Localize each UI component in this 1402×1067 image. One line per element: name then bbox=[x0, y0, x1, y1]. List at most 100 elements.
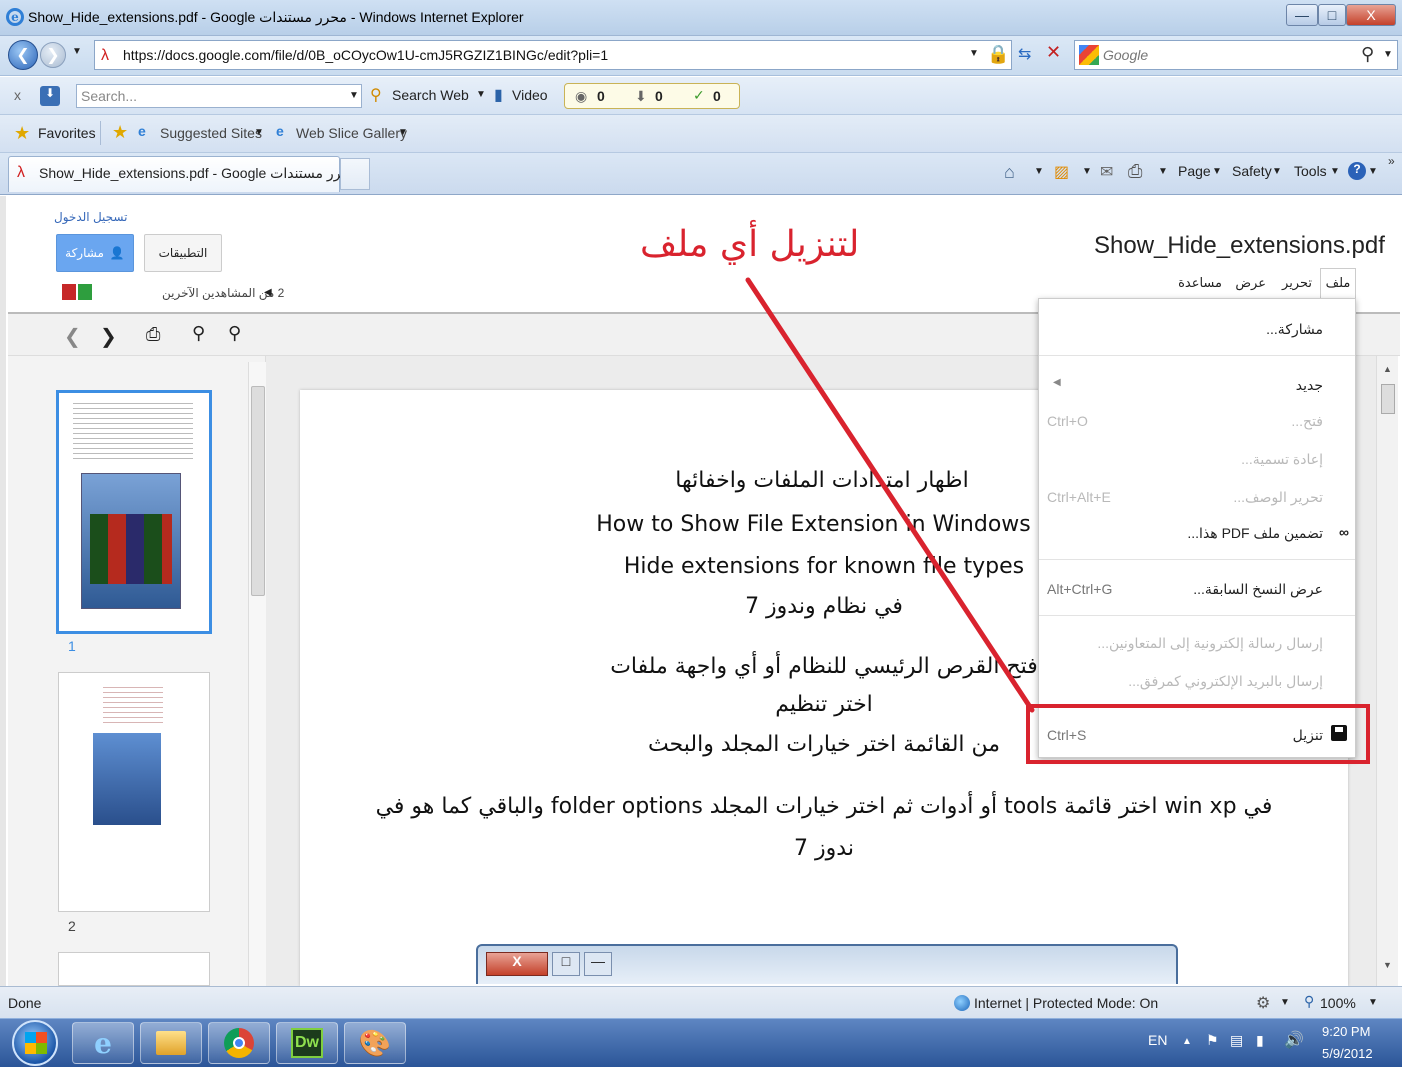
feeds-icon[interactable]: ▨ bbox=[1054, 162, 1069, 182]
action-center-flag-icon[interactable]: ⚑ bbox=[1206, 1032, 1219, 1049]
tools-dropdown-icon[interactable]: ▼ bbox=[1330, 166, 1340, 177]
page-scroll-thumb[interactable] bbox=[1381, 384, 1395, 414]
taskbar-explorer[interactable] bbox=[140, 1022, 202, 1064]
search-dropdown-icon[interactable]: ▼ bbox=[349, 90, 359, 101]
search-web-dropdown-icon[interactable]: ▼ bbox=[476, 89, 486, 100]
protected-mode-icon[interactable]: ⚙ bbox=[1256, 993, 1270, 1013]
taskbar-dreamweaver[interactable]: Dw bbox=[276, 1022, 338, 1064]
embedded-close-icon: X bbox=[486, 952, 548, 976]
taskbar-ie[interactable]: e bbox=[72, 1022, 134, 1064]
next-page-icon[interactable]: ❯ bbox=[100, 324, 117, 349]
apps-button[interactable]: التطبيقات bbox=[144, 234, 222, 272]
counters-widget[interactable]: ◉ 0 ⬇ 0 ✓ 0 bbox=[564, 83, 740, 109]
zoom-dropdown-icon[interactable]: ▼ bbox=[1368, 997, 1378, 1008]
thumbnail-page-2[interactable] bbox=[58, 672, 210, 912]
viewers-caret-icon[interactable]: ◀ bbox=[264, 287, 272, 298]
tab-document[interactable]: λ Show_Hide_extensions.pdf - Google محرر… bbox=[8, 156, 358, 192]
start-button[interactable] bbox=[12, 1020, 58, 1066]
forward-button[interactable]: ❯ bbox=[40, 42, 66, 68]
web-slice-gallery-link[interactable]: Web Slice Gallery bbox=[296, 125, 407, 141]
language-indicator[interactable]: EN bbox=[1148, 1032, 1167, 1048]
favorites-button[interactable]: Favorites bbox=[38, 125, 96, 141]
toolbar-search-input[interactable]: Search... ▼ bbox=[76, 84, 362, 108]
thumbnail-scroll-thumb[interactable] bbox=[251, 386, 265, 596]
taskbar-chrome[interactable] bbox=[208, 1022, 270, 1064]
toolbar-logo-icon[interactable]: ⬇ bbox=[40, 86, 60, 106]
lock-icon[interactable]: 🔒 bbox=[987, 44, 1009, 65]
tools-menu[interactable]: Tools bbox=[1294, 163, 1327, 179]
taskbar-paint[interactable]: 🎨 bbox=[344, 1022, 406, 1064]
print-pdf-icon[interactable]: ⎙ bbox=[146, 324, 160, 345]
viewer-avatar-green[interactable] bbox=[78, 284, 92, 300]
menu-item-new[interactable]: جديد ◀ bbox=[1039, 371, 1355, 399]
status-dropdown-icon[interactable]: ▼ bbox=[1280, 997, 1290, 1008]
menu-help[interactable]: مساعدة bbox=[1178, 275, 1222, 291]
compat-view-icon[interactable]: ⇆ bbox=[1018, 44, 1031, 64]
prev-page-icon[interactable]: ❮ bbox=[64, 324, 81, 349]
scroll-up-icon[interactable]: ▲ bbox=[1383, 364, 1392, 374]
mail-icon[interactable]: ✉ bbox=[1100, 162, 1113, 182]
safety-menu[interactable]: Safety bbox=[1232, 163, 1272, 179]
pdf-tab-icon: λ bbox=[17, 164, 25, 181]
safety-dropdown-icon[interactable]: ▼ bbox=[1272, 166, 1282, 177]
clock-date[interactable]: 5/9/2012 bbox=[1322, 1046, 1373, 1061]
scroll-down-icon[interactable]: ▼ bbox=[1383, 960, 1392, 970]
menu-file[interactable]: ملف bbox=[1320, 268, 1356, 300]
menu-item-revisions[interactable]: عرض النسخ السابقة... Alt+Ctrl+G bbox=[1039, 575, 1355, 603]
print-dropdown-icon[interactable]: ▼ bbox=[1158, 166, 1168, 177]
title-bar: e Show_Hide_extensions.pdf - Google محرر… bbox=[0, 0, 1402, 36]
menu-edit[interactable]: تحرير bbox=[1282, 275, 1312, 291]
page-scrollbar[interactable]: ▲ ▼ bbox=[1376, 356, 1398, 986]
thumbnail-scrollbar[interactable] bbox=[248, 362, 266, 986]
history-dropdown-icon[interactable]: ▼ bbox=[72, 46, 82, 57]
close-toolbar-button[interactable]: x bbox=[14, 87, 21, 103]
zoom-in-icon[interactable]: ⚲ bbox=[228, 323, 241, 344]
viewer-avatar-red[interactable] bbox=[62, 284, 76, 300]
suggested-dropdown-icon[interactable]: ▼ bbox=[254, 127, 264, 138]
home-icon[interactable]: ⌂ bbox=[1004, 162, 1015, 183]
video-button[interactable]: Video bbox=[512, 87, 548, 103]
webslice-dropdown-icon[interactable]: ▼ bbox=[398, 127, 408, 138]
signal-icon[interactable]: ▮ bbox=[1256, 1032, 1264, 1049]
zoom-out-icon[interactable]: ⚲ bbox=[192, 323, 205, 344]
back-button[interactable]: ❮ bbox=[8, 40, 38, 70]
menu-item-email-attachment: إرسال بالبريد الإلكتروني كمرفق... bbox=[1039, 667, 1355, 695]
search-web-button[interactable]: Search Web bbox=[392, 87, 469, 103]
zoom-level[interactable]: 100% bbox=[1320, 995, 1356, 1011]
home-dropdown-icon[interactable]: ▼ bbox=[1034, 166, 1044, 177]
minimize-button[interactable]: — bbox=[1286, 4, 1318, 26]
menu-label: تحرير الوصف... bbox=[1233, 489, 1323, 505]
clock-time[interactable]: 9:20 PM bbox=[1322, 1024, 1370, 1039]
network-device-icon[interactable]: ▤ bbox=[1230, 1032, 1243, 1049]
thumbnail-page-3[interactable] bbox=[58, 952, 210, 986]
search-icon[interactable]: ⚲ bbox=[1361, 44, 1374, 65]
add-favorite-icon[interactable]: ★ bbox=[112, 122, 128, 143]
stop-icon[interactable]: ✕ bbox=[1046, 42, 1061, 63]
menu-item-share[interactable]: مشاركة... bbox=[1039, 315, 1355, 343]
feeds-dropdown-icon[interactable]: ▼ bbox=[1082, 166, 1092, 177]
new-tab-button[interactable] bbox=[340, 158, 370, 190]
url-dropdown-icon[interactable]: ▼ bbox=[969, 48, 979, 59]
thumb-text-lines-2 bbox=[103, 683, 163, 723]
menu-label: جديد bbox=[1295, 377, 1323, 393]
help-dropdown-icon[interactable]: ▼ bbox=[1368, 166, 1378, 177]
google-search-input[interactable]: Google ⚲ ▼ bbox=[1074, 40, 1398, 70]
url-field[interactable]: λ https://docs.google.com/file/d/0B_oCOy… bbox=[94, 40, 1012, 70]
share-button[interactable]: 👤 مشاركة bbox=[56, 234, 134, 272]
security-zone[interactable]: Internet | Protected Mode: On bbox=[974, 995, 1158, 1011]
search-options-icon[interactable]: ▼ bbox=[1383, 49, 1393, 60]
signin-link[interactable]: تسجيل الدخول bbox=[54, 210, 127, 224]
suggested-sites-link[interactable]: Suggested Sites bbox=[160, 125, 262, 141]
tray-expand-icon[interactable]: ▲ bbox=[1182, 1036, 1192, 1047]
thumbnail-page-1[interactable] bbox=[56, 390, 212, 634]
help-icon[interactable]: ? bbox=[1348, 162, 1366, 180]
close-window-button[interactable]: X bbox=[1346, 4, 1396, 26]
chevron-more-icon[interactable]: » bbox=[1388, 154, 1395, 168]
page-dropdown-icon[interactable]: ▼ bbox=[1212, 166, 1222, 177]
page-menu[interactable]: Page bbox=[1178, 163, 1211, 179]
volume-icon[interactable]: 🔊 bbox=[1284, 1030, 1304, 1050]
menu-view[interactable]: عرض bbox=[1235, 275, 1266, 291]
print-icon[interactable]: ⎙ bbox=[1128, 161, 1142, 182]
menu-item-embed[interactable]: تضمين ملف PDF هذا... ∞ bbox=[1039, 519, 1355, 547]
maximize-button[interactable]: □ bbox=[1318, 4, 1346, 26]
